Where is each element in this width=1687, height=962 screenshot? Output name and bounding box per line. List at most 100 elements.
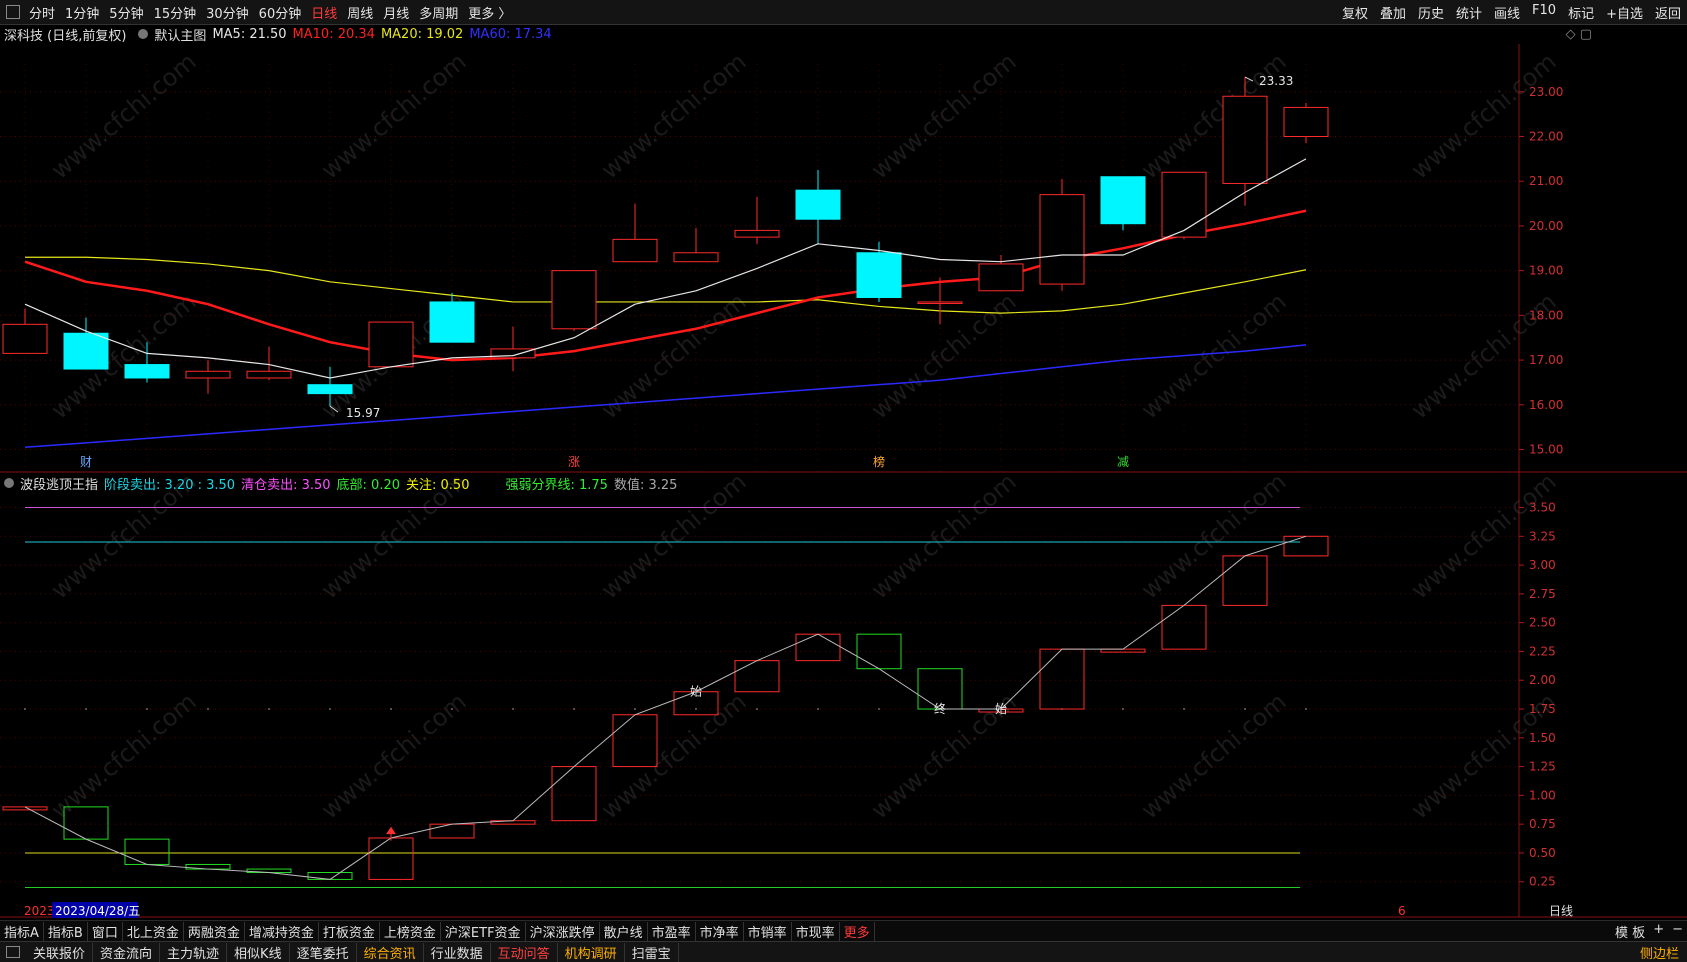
- watermark-text: www.cfchi.com: [316, 47, 472, 184]
- indicator-box: [795, 633, 841, 662]
- tab-limit-stats[interactable]: 沪深涨跌停: [526, 921, 600, 941]
- period-tab-2[interactable]: 5分钟: [104, 3, 148, 22]
- indicator-axis-label: 3.50: [1529, 501, 1556, 515]
- collapse-button[interactable]: −: [1668, 922, 1687, 941]
- tab-lhb-funds[interactable]: 上榜资金: [380, 921, 441, 941]
- stock-title: 深科技 (日线,前复权): [4, 28, 127, 44]
- price-axis-label: 23.00: [1529, 85, 1563, 99]
- tab-window[interactable]: 窗口: [88, 921, 123, 941]
- candle-body: [1222, 95, 1268, 184]
- event-marker: 财: [80, 455, 92, 469]
- indicator-panel[interactable]: 始终始: [2, 507, 1329, 888]
- period-tab-6[interactable]: 日线: [306, 3, 342, 22]
- period-tab-8[interactable]: 月线: [378, 3, 414, 22]
- add-button[interactable]: +: [1649, 922, 1668, 941]
- chart-menu-icon[interactable]: [138, 29, 149, 39]
- period-tab-4[interactable]: 30分钟: [201, 3, 254, 22]
- threshold-dot: [268, 708, 270, 710]
- sidebar-toggle[interactable]: 侧边栏: [1640, 943, 1687, 962]
- template-button[interactable]: 模 板: [1611, 922, 1649, 941]
- threshold-dot: [24, 708, 26, 710]
- watermark-text: www.cfchi.com: [596, 47, 752, 184]
- indicator-axis-label: 3.25: [1529, 529, 1556, 543]
- tab-indicator-a[interactable]: 指标A: [0, 921, 44, 941]
- main-chart-label[interactable]: 默认主图: [154, 25, 206, 44]
- candle-body: [673, 252, 719, 263]
- tab-pb[interactable]: 市净率: [696, 921, 744, 941]
- tab-holdings-change[interactable]: 增减持资金: [245, 921, 319, 941]
- period-tab-9[interactable]: 多周期: [414, 3, 463, 22]
- price-axis-label: 15.00: [1529, 443, 1563, 457]
- indicator-box: [429, 823, 475, 839]
- indicator-box: [1161, 604, 1207, 650]
- tab-scan[interactable]: 扫雷宝: [625, 942, 679, 962]
- tab-indicator-b[interactable]: 指标B: [44, 921, 88, 941]
- window-menu-icon[interactable]: [6, 5, 20, 19]
- bottom-value: 底部: 0.20: [336, 477, 401, 493]
- tab-more[interactable]: 更多: [840, 921, 875, 941]
- threshold-dot: [85, 708, 87, 710]
- indicator-menu-icon[interactable]: [4, 478, 14, 488]
- indicator-box: [1039, 648, 1085, 710]
- date-start-label: 2023: [24, 904, 55, 918]
- price-axis-label: 16.00: [1529, 398, 1563, 412]
- tab-limit-up-funds[interactable]: 打板资金: [319, 921, 380, 941]
- candle-body: [917, 301, 963, 304]
- toolbar-button-4[interactable]: 画线: [1488, 3, 1526, 22]
- price-axis-label: 21.00: [1529, 174, 1563, 188]
- signal-marker: 始: [995, 702, 1007, 716]
- tab-northbound[interactable]: 北上资金: [123, 921, 184, 941]
- toolbar-button-7[interactable]: +自选: [1600, 3, 1649, 22]
- tab-news[interactable]: 综合资讯: [357, 942, 424, 962]
- event-marker: 涨: [568, 454, 580, 469]
- period-tab-5[interactable]: 60分钟: [254, 3, 307, 22]
- indicator-box: [551, 766, 597, 822]
- tab-pe[interactable]: 市盈率: [648, 921, 696, 941]
- tab-industry[interactable]: 行业数据: [424, 942, 491, 962]
- toolbar-button-8[interactable]: 返回: [1649, 3, 1687, 22]
- tab-tick-orders[interactable]: 逐笔委托: [290, 942, 357, 962]
- toolbar-button-1[interactable]: 叠加: [1374, 3, 1412, 22]
- tab-qa[interactable]: 互动问答: [491, 942, 558, 962]
- tab-research[interactable]: 机构调研: [558, 942, 625, 962]
- tab-main-track[interactable]: 主力轨迹: [160, 942, 228, 962]
- candle-body: [2, 323, 48, 354]
- candle-body: [368, 321, 414, 368]
- period-tab-1[interactable]: 1分钟: [60, 3, 104, 22]
- threshold-dot: [817, 708, 819, 710]
- period-tab-0[interactable]: 分时: [24, 3, 60, 22]
- period-tab-7[interactable]: 周线: [342, 3, 378, 22]
- threshold-dot: [756, 708, 758, 710]
- high-price-label: 23.33: [1259, 74, 1293, 88]
- toolbar-button-6[interactable]: 标记: [1562, 3, 1600, 22]
- tab-ps[interactable]: 市销率: [744, 921, 792, 941]
- toolbar-button-3[interactable]: 统计: [1450, 3, 1488, 22]
- tab-retail-line[interactable]: 散户线: [600, 921, 648, 941]
- period-tab-3[interactable]: 15分钟: [149, 3, 202, 22]
- candle-body: [1100, 176, 1146, 225]
- panel-corner-icons[interactable]: ◇ ▢: [1566, 27, 1592, 42]
- watermark-text: www.cfchi.com: [866, 287, 1022, 424]
- toolbar-button-2[interactable]: 历史: [1412, 3, 1450, 22]
- price-axis-label: 20.00: [1529, 219, 1563, 233]
- focus-value: 关注: 0.50: [406, 477, 470, 493]
- indicator-axis-label: 2.00: [1529, 673, 1556, 687]
- tab-etf-funds[interactable]: 沪深ETF资金: [441, 921, 526, 941]
- period-tab-10[interactable]: 更多 〉: [463, 3, 516, 22]
- toolbar-button-5[interactable]: F10: [1526, 3, 1562, 22]
- threshold-dot: [634, 708, 636, 710]
- price-axis-label: 18.00: [1529, 308, 1563, 322]
- tab-fund-flow[interactable]: 资金流向: [93, 942, 161, 962]
- tab-similar-k[interactable]: 相似K线: [227, 942, 290, 962]
- tab-margin[interactable]: 两融资金: [184, 921, 245, 941]
- tab-pcf[interactable]: 市现率: [792, 921, 840, 941]
- indicator-info-bar: 波段逃顶王指 阶段卖出: 3.20 : 3.50 清仓卖出: 3.50 底部: …: [0, 474, 1687, 493]
- price-axis-label: 19.00: [1529, 264, 1563, 278]
- candle-body: [551, 270, 597, 330]
- candle-body: [1161, 171, 1207, 238]
- toggle-icon[interactable]: [6, 946, 20, 958]
- indicator-name[interactable]: 波段逃顶王指: [20, 474, 98, 493]
- tab-related-quotes[interactable]: 关联报价: [26, 942, 94, 962]
- toolbar-button-0[interactable]: 复权: [1336, 3, 1374, 22]
- threshold-dot: [1305, 708, 1307, 710]
